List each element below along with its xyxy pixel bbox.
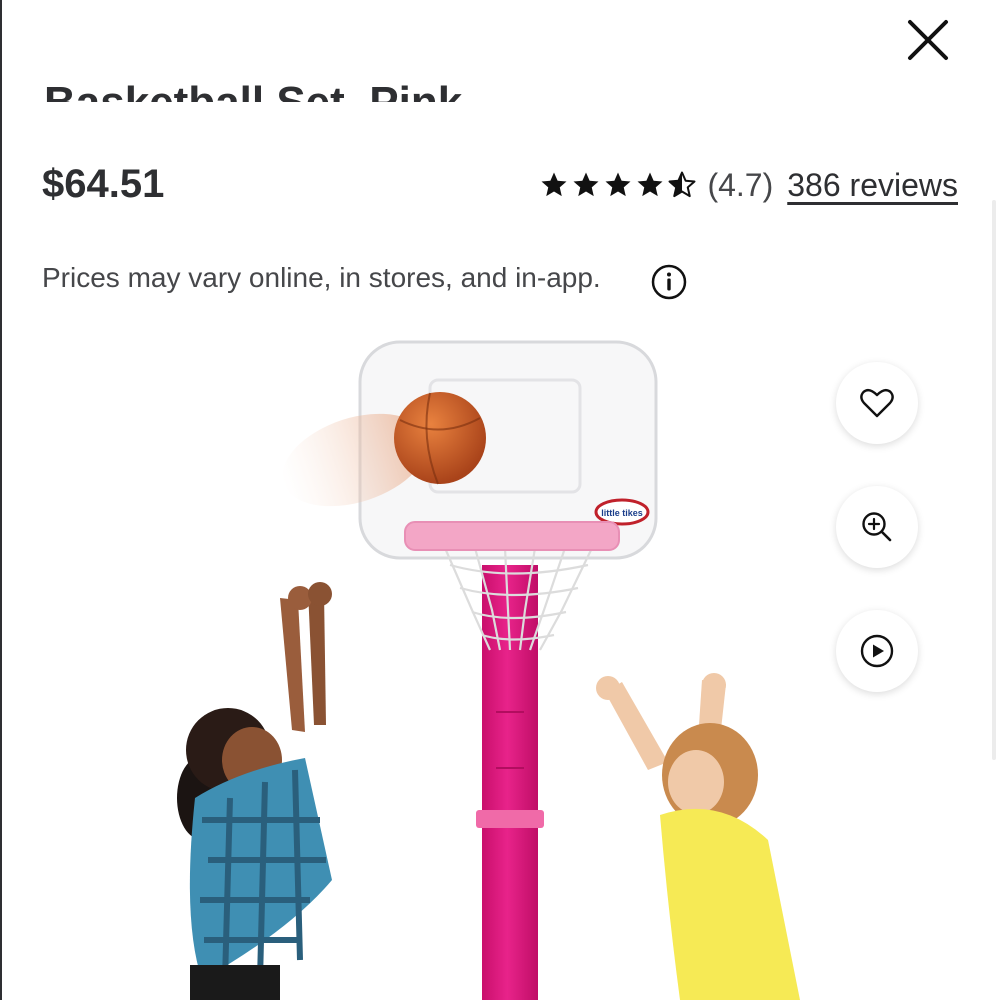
- favorite-button[interactable]: [836, 362, 918, 444]
- star-full-icon: [573, 172, 599, 197]
- product-title-clipped: Basketball Set, Pink: [44, 52, 644, 102]
- close-button[interactable]: [900, 12, 956, 68]
- rating-value: (4.7): [707, 166, 774, 203]
- child-right: [596, 673, 800, 1000]
- rating-summary: (4.7) 386 reviews: [539, 162, 958, 208]
- rim: [404, 521, 620, 551]
- star-full-icon: [637, 172, 663, 197]
- heart-icon: [860, 388, 894, 418]
- star-full-icon: [605, 172, 631, 197]
- brand-logo: little tikes: [601, 508, 643, 518]
- star-rating: [539, 170, 697, 200]
- reviews-link[interactable]: 386 reviews: [787, 167, 958, 204]
- scrollbar-track[interactable]: [992, 200, 996, 760]
- product-title: Basketball Set, Pink: [44, 78, 462, 102]
- child-left: [177, 582, 332, 1000]
- product-price: $64.51: [42, 162, 165, 206]
- info-icon: [651, 264, 687, 300]
- zoom-button[interactable]: [836, 486, 918, 568]
- left-edge-border: [0, 0, 2, 1000]
- close-icon: [908, 20, 948, 60]
- video-button[interactable]: [836, 610, 918, 692]
- star-half-icon: [668, 171, 696, 198]
- zoom-in-icon: [862, 512, 892, 542]
- price-info-button[interactable]: [650, 263, 688, 301]
- product-image: little tikes: [177, 340, 800, 1000]
- play-icon: [860, 634, 894, 668]
- star-full-icon: [541, 172, 567, 197]
- price-disclaimer: Prices may vary online, in stores, and i…: [42, 262, 601, 293]
